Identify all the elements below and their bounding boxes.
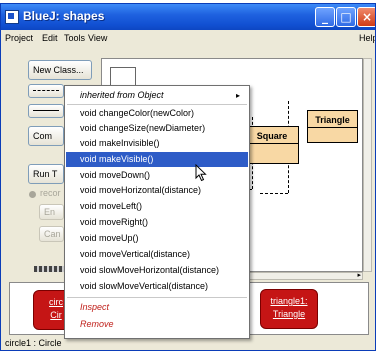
bluej-app-icon bbox=[5, 10, 19, 24]
class-name: Square bbox=[256, 131, 288, 141]
menu-project[interactable]: Project bbox=[5, 33, 33, 43]
end-button[interactable]: En bbox=[39, 204, 64, 220]
menu-tools[interactable]: Tools bbox=[64, 33, 85, 43]
recording-indicator-icon bbox=[29, 191, 36, 198]
recording-label: recor bbox=[40, 188, 61, 198]
object-triangle1[interactable]: triangle1: Triangle bbox=[260, 289, 318, 329]
object-name: triangle1: bbox=[270, 296, 308, 306]
mouse-cursor-icon bbox=[195, 164, 207, 182]
menu-item-slow-move-vertical[interactable]: void slowMoveVertical(distance) bbox=[66, 279, 248, 294]
menu-item-inherited-from-object[interactable]: inherited from Object ▸ bbox=[66, 88, 248, 103]
menu-item-change-color[interactable]: void changeColor(newColor) bbox=[66, 106, 248, 121]
cancel-button[interactable]: Can bbox=[39, 226, 64, 242]
menu-item-slow-move-horizontal[interactable]: void slowMoveHorizontal(distance) bbox=[66, 263, 248, 278]
menu-view[interactable]: View bbox=[88, 33, 107, 43]
dependency-line bbox=[260, 193, 288, 194]
menu-item-make-visible[interactable]: void makeVisible() bbox=[66, 152, 248, 167]
submenu-arrow-icon: ▸ bbox=[235, 91, 240, 100]
class-square[interactable]: Square bbox=[245, 126, 299, 164]
uses-arrow-button[interactable] bbox=[28, 84, 64, 98]
menu-item-remove[interactable]: Remove bbox=[66, 317, 248, 332]
new-class-button[interactable]: New Class... bbox=[28, 60, 92, 80]
menu-help[interactable]: Help bbox=[359, 33, 375, 43]
menu-item-move-left[interactable]: void moveLeft() bbox=[66, 199, 248, 214]
window-title: BlueJ: shapes bbox=[23, 9, 105, 23]
scroll-right-icon[interactable]: ▸ bbox=[357, 271, 361, 279]
vertical-scrollbar[interactable] bbox=[363, 58, 372, 272]
class-divider bbox=[308, 127, 357, 128]
menu-item-make-invisible[interactable]: void makeInvisible() bbox=[66, 136, 248, 151]
menu-separator bbox=[67, 297, 247, 298]
menu-edit[interactable]: Edit bbox=[42, 33, 58, 43]
menu-item-move-up[interactable]: void moveUp() bbox=[66, 231, 248, 246]
menu-item-label: inherited from Object bbox=[80, 90, 164, 100]
maximize-button[interactable]: □ bbox=[336, 7, 356, 27]
object-type: Triangle bbox=[272, 309, 306, 319]
menu-item-move-vertical[interactable]: void moveVertical(distance) bbox=[66, 247, 248, 262]
menu-item-move-horizontal[interactable]: void moveHorizontal(distance) bbox=[66, 183, 248, 198]
menu-item-move-down[interactable]: void moveDown() bbox=[66, 168, 248, 183]
class-name: Triangle bbox=[315, 115, 350, 125]
menu-bar: Project Edit Tools View Help bbox=[1, 30, 375, 47]
compile-button[interactable]: Com bbox=[28, 126, 64, 146]
status-bar: circle1 : Circle bbox=[5, 338, 62, 348]
run-tests-button[interactable]: Run T bbox=[28, 164, 64, 184]
menu-item-inspect[interactable]: Inspect bbox=[66, 300, 248, 315]
solid-arrow-icon bbox=[33, 110, 59, 111]
class-divider bbox=[246, 143, 298, 144]
class-triangle[interactable]: Triangle bbox=[307, 110, 358, 143]
minimize-button[interactable]: _ bbox=[315, 7, 335, 27]
title-bar: BlueJ: shapes _ □ × bbox=[1, 4, 375, 30]
menu-item-move-right[interactable]: void moveRight() bbox=[66, 215, 248, 230]
progress-bar bbox=[34, 266, 64, 272]
dashed-arrow-icon bbox=[33, 90, 59, 91]
object-context-menu: inherited from Object ▸ void changeColor… bbox=[64, 85, 250, 339]
inherits-arrow-button[interactable] bbox=[28, 104, 64, 118]
menu-separator bbox=[67, 104, 247, 105]
menu-item-change-size[interactable]: void changeSize(newDiameter) bbox=[66, 121, 248, 136]
close-button[interactable]: × bbox=[357, 7, 375, 27]
